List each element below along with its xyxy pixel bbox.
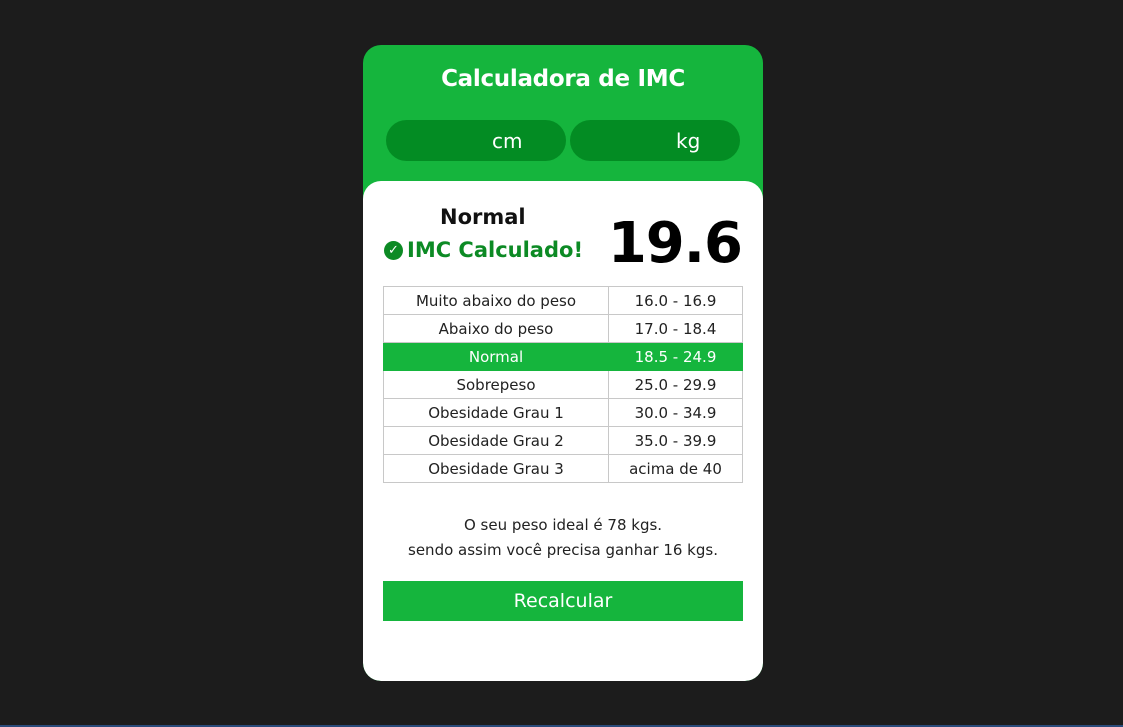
- bmi-category-cell: Muito abaixo do peso: [383, 286, 609, 315]
- calculated-status-text: IMC Calculado!: [407, 238, 584, 262]
- ideal-weight-info: O seu peso ideal é 78 kgs. sendo assim v…: [363, 513, 763, 563]
- measurement-inputs: cm kg: [386, 120, 740, 161]
- table-row: Muito abaixo do peso 16.0 - 16.9: [383, 286, 743, 315]
- weight-difference-line: sendo assim você precisa ganhar 16 kgs.: [408, 541, 718, 559]
- weight-unit-label: kg: [676, 129, 701, 153]
- table-row: Obesidade Grau 2 35.0 - 39.9: [383, 426, 743, 455]
- recalculate-button[interactable]: Recalcular: [383, 581, 743, 621]
- height-input[interactable]: [398, 126, 492, 156]
- bmi-category-cell: Normal: [383, 342, 609, 371]
- bmi-range-cell: 30.0 - 34.9: [608, 398, 743, 427]
- bmi-category-cell: Abaixo do peso: [383, 314, 609, 343]
- bmi-range-cell: 35.0 - 39.9: [608, 426, 743, 455]
- table-row: Normal 18.5 - 24.9: [383, 342, 743, 371]
- bmi-category-cell: Obesidade Grau 3: [383, 454, 609, 483]
- bmi-range-cell: 25.0 - 29.9: [608, 370, 743, 399]
- weight-field-wrapper: kg: [570, 120, 740, 161]
- table-row: Obesidade Grau 1 30.0 - 34.9: [383, 398, 743, 427]
- table-row: Sobrepeso 25.0 - 29.9: [383, 370, 743, 399]
- app-title: Calculadora de IMC: [441, 66, 685, 92]
- bmi-range-cell: 18.5 - 24.9: [608, 342, 743, 371]
- bmi-calculator-card: Calculadora de IMC cm kg Normal ✓ IMC Ca…: [363, 45, 763, 681]
- bmi-range-cell: 16.0 - 16.9: [608, 286, 743, 315]
- bmi-range-cell: 17.0 - 18.4: [608, 314, 743, 343]
- ideal-weight-line: O seu peso ideal é 78 kgs.: [463, 516, 663, 534]
- bmi-category-cell: Obesidade Grau 1: [383, 398, 609, 427]
- table-row: Abaixo do peso 17.0 - 18.4: [383, 314, 743, 343]
- result-category: Normal: [440, 205, 526, 229]
- bmi-reference-table: Muito abaixo do peso 16.0 - 16.9 Abaixo do…: [383, 286, 743, 483]
- weight-input[interactable]: [582, 126, 676, 156]
- height-field-wrapper: cm: [386, 120, 566, 161]
- bmi-range-cell: acima de 40: [608, 454, 743, 483]
- bmi-value: 19.6: [607, 211, 743, 276]
- bmi-category-cell: Obesidade Grau 2: [383, 426, 609, 455]
- table-row: Obesidade Grau 3 acima de 40: [383, 454, 743, 483]
- check-circle-icon: ✓: [384, 240, 403, 260]
- bmi-category-cell: Sobrepeso: [383, 370, 609, 399]
- height-unit-label: cm: [492, 129, 523, 153]
- calculated-status: ✓ IMC Calculado!: [384, 238, 583, 262]
- result-panel: Normal ✓ IMC Calculado! 19.6 Muito abaix…: [363, 181, 763, 681]
